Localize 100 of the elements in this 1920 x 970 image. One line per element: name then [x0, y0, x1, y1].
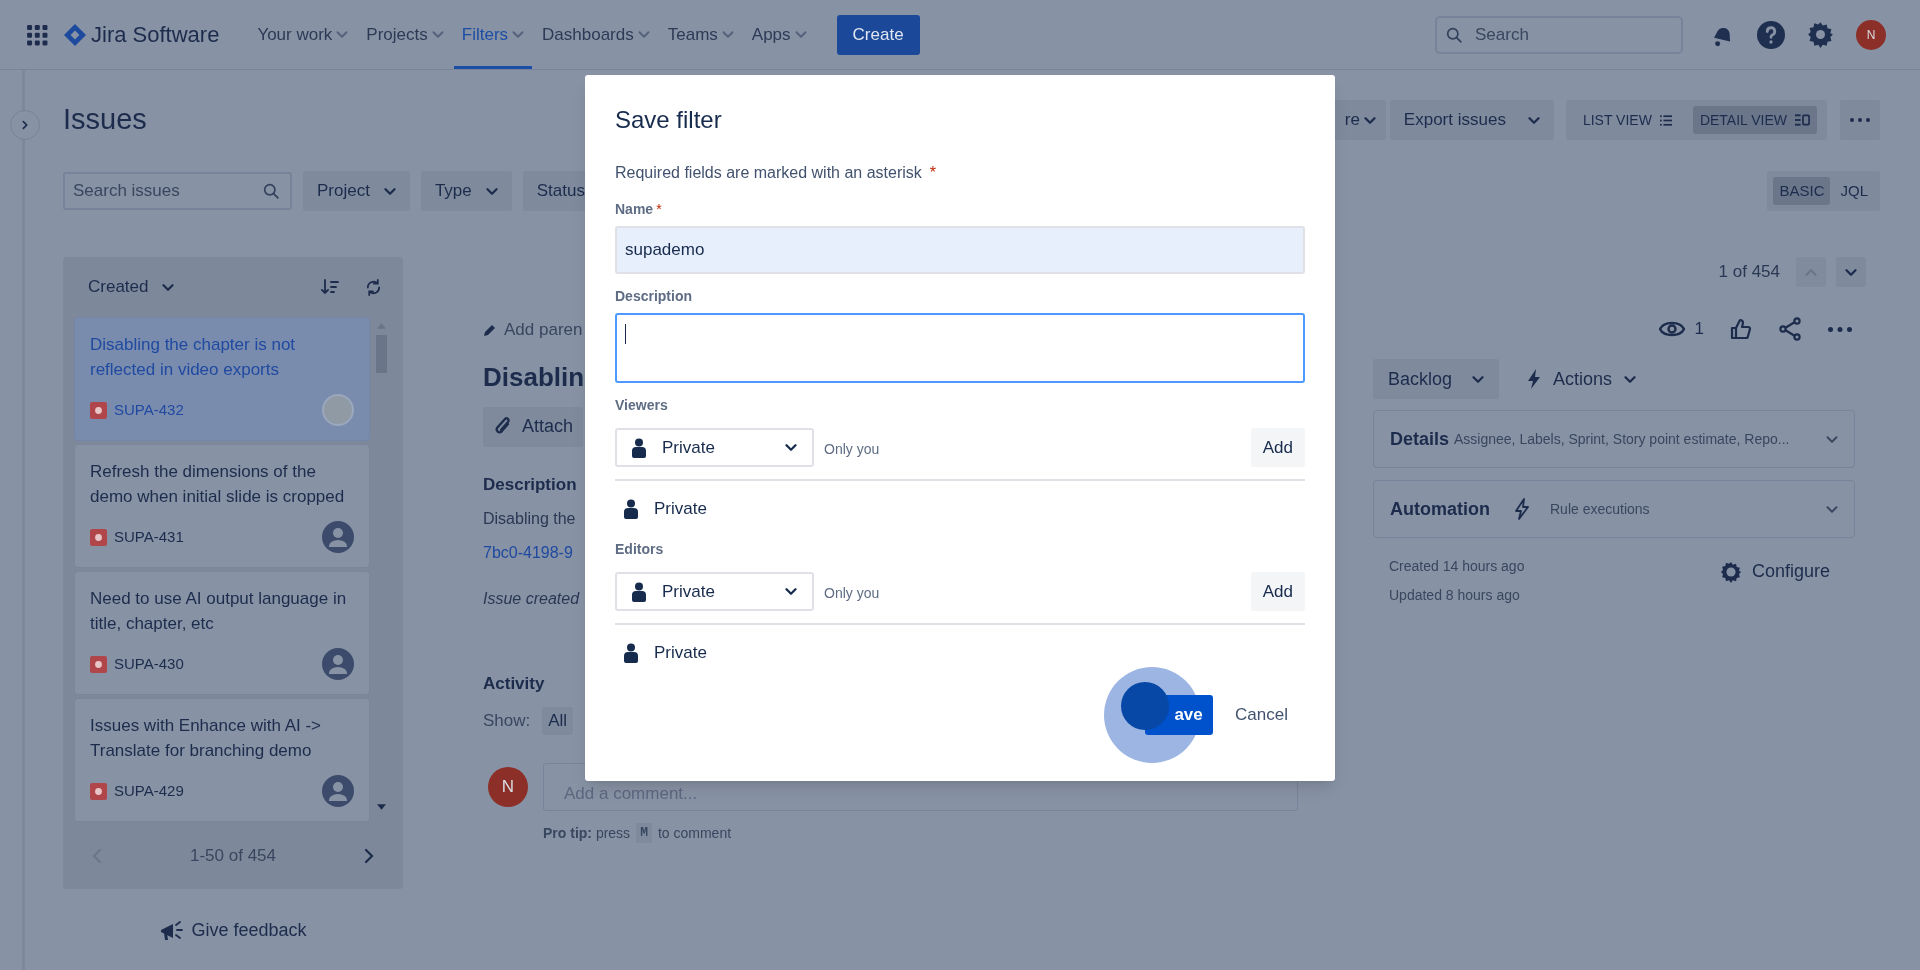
- field-label: Description: [615, 287, 693, 306]
- person-icon: [632, 581, 646, 602]
- add-button[interactable]: Add: [1250, 572, 1305, 611]
- nav-menu-item[interactable]: Teams: [659, 0, 742, 69]
- next-issue-button[interactable]: [1836, 257, 1866, 287]
- add-button[interactable]: Add: [1250, 428, 1305, 467]
- nav-menu-item[interactable]: Dashboards: [534, 0, 658, 69]
- chevron-down-icon: [1472, 374, 1485, 384]
- chevron-down-icon: [1845, 267, 1857, 277]
- permission-dropdown[interactable]: Private: [615, 572, 814, 611]
- activity-heading: Activity: [483, 673, 545, 695]
- collapsible-panel[interactable]: Details Assignee, Labels, Sprint, Story point estimate, Repo...: [1373, 410, 1855, 468]
- description-link[interactable]: 7bc0-4198-9: [483, 541, 573, 565]
- status-dropdown-button[interactable]: Backlog: [1373, 359, 1500, 399]
- query-mode-toggle[interactable]: JQL: [1834, 177, 1874, 205]
- search-field[interactable]: Search: [1435, 15, 1683, 54]
- chevron-down-icon: [637, 30, 650, 39]
- ellipsis-icon: [1850, 118, 1870, 122]
- permission-entry: Private: [654, 498, 707, 521]
- issue-key[interactable]: SUPA-431: [114, 525, 184, 549]
- pro-tip-text: to comment: [657, 823, 732, 843]
- collapsible-panel[interactable]: Automation Rule executions: [1373, 480, 1855, 538]
- issue-card[interactable]: Issues with Enhance with AI -> Translate for branching demo SUPA-429: [74, 698, 370, 822]
- chevron-down-icon: [1826, 434, 1838, 444]
- activity-filter-tab[interactable]: All: [542, 706, 574, 735]
- issue-card[interactable]: Refresh the dimensions of the demo when initial slide is cropped SUPA-431: [74, 444, 370, 568]
- chevron-down-icon: [383, 186, 396, 196]
- issue-title: Need to use AI output language in title, chapter, etc: [90, 588, 348, 635]
- bug-type-icon: [90, 528, 107, 546]
- issue-card[interactable]: Need to use AI output language in title, chapter, etc SUPA-430: [74, 571, 370, 695]
- permission-hint: Only you: [824, 584, 880, 603]
- search-issues-field[interactable]: Search issues: [63, 172, 292, 210]
- eye-icon[interactable]: [1658, 320, 1685, 338]
- filter-dropdown-button[interactable]: Project: [303, 171, 410, 211]
- nav-menu-item[interactable]: Your work: [249, 0, 357, 69]
- pro-tip-text: Pro tip: press: [543, 823, 631, 843]
- chevron-right-icon: [364, 847, 374, 864]
- sort-field-dropdown[interactable]: Created: [88, 274, 175, 300]
- product-name[interactable]: Jira Software: [91, 18, 220, 51]
- view-toggle[interactable]: LIST VIEW: [1575, 106, 1679, 134]
- field-label: Editors: [615, 540, 665, 559]
- search-icon: [263, 183, 280, 200]
- show-label: Show:: [483, 709, 531, 732]
- action-dropdown-button[interactable]: Export issues: [1389, 100, 1554, 140]
- description-input[interactable]: [615, 313, 1305, 383]
- chevron-right-icon: [20, 120, 30, 130]
- next-page-button[interactable]: [364, 847, 374, 864]
- chevron-down-icon: [1363, 115, 1376, 125]
- pencil-icon: [483, 322, 497, 337]
- watcher-count: 1: [1694, 318, 1704, 341]
- chevron-down-icon: [431, 30, 444, 39]
- permission-entry: Private: [654, 642, 707, 665]
- chevron-down-icon: [1624, 374, 1637, 384]
- megaphone-icon: [159, 919, 184, 942]
- bug-type-icon: [90, 782, 107, 800]
- person-icon: [632, 437, 646, 458]
- refresh-icon[interactable]: [365, 278, 382, 296]
- configure-button[interactable]: Configure: [1719, 558, 1830, 585]
- lightning-icon: [1527, 369, 1542, 389]
- user-avatar-icon: [322, 521, 354, 553]
- app-grid-icon[interactable]: [26, 23, 48, 46]
- page-title: Issues: [63, 102, 147, 138]
- create-button[interactable]: Create: [836, 14, 920, 55]
- cancel-button[interactable]: Cancel: [1223, 695, 1300, 735]
- actions-dropdown-button[interactable]: Actions: [1517, 359, 1647, 399]
- required-asterisk: *: [929, 163, 937, 183]
- issue-position: 1 of 454: [1718, 261, 1780, 284]
- user-avatar[interactable]: N: [1856, 19, 1886, 50]
- help-icon[interactable]: [1757, 20, 1785, 49]
- nav-menu-item[interactable]: Projects: [358, 0, 452, 69]
- ellipsis-icon[interactable]: [1828, 326, 1852, 332]
- settings-icon[interactable]: [1807, 21, 1834, 48]
- name-input[interactable]: supademo: [615, 226, 1305, 274]
- chevron-down-icon: [1826, 504, 1838, 514]
- query-mode-toggle[interactable]: BASIC: [1773, 177, 1831, 205]
- give-feedback-button[interactable]: Give feedback: [159, 917, 307, 944]
- chevron-down-icon: [162, 282, 175, 292]
- search-icon: [1446, 26, 1463, 44]
- chevron-down-icon: [721, 30, 734, 39]
- issue-title: Refresh the dimensions of the demo when initial slide is cropped: [90, 461, 346, 508]
- issue-key[interactable]: SUPA-432: [114, 398, 184, 422]
- permission-dropdown[interactable]: Private: [615, 428, 814, 467]
- add-parent-link[interactable]: Add paren: [504, 317, 583, 343]
- nav-menu-item[interactable]: Apps: [743, 0, 815, 69]
- more-options-button[interactable]: [1840, 100, 1880, 140]
- field-label: Viewers: [615, 396, 669, 415]
- issue-key[interactable]: SUPA-430: [114, 652, 184, 676]
- scroll-down-icon[interactable]: [376, 804, 386, 810]
- filter-dropdown-button[interactable]: Type: [420, 171, 512, 211]
- chevron-down-icon: [485, 186, 498, 196]
- thumbs-up-icon[interactable]: [1730, 318, 1752, 340]
- issue-key[interactable]: SUPA-429: [114, 779, 184, 803]
- required-asterisk: *: [656, 200, 662, 219]
- attach-button[interactable]: Attach: [483, 406, 584, 447]
- issue-card[interactable]: Disabling the chapter is not reflected in video exports SUPA-432: [74, 317, 370, 441]
- share-icon[interactable]: [1778, 317, 1802, 341]
- sort-order-icon[interactable]: [321, 279, 339, 295]
- user-avatar: N: [488, 766, 528, 807]
- view-toggle[interactable]: DETAIL VIEW: [1692, 106, 1817, 134]
- nav-menu-item[interactable]: Filters: [453, 0, 533, 69]
